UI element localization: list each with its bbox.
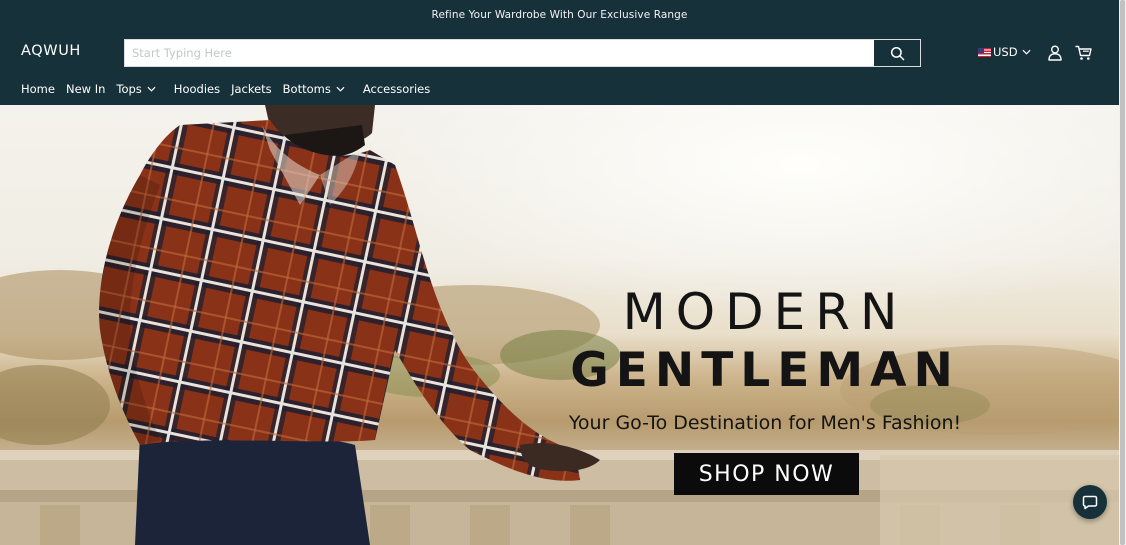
- hero-title-line-1: MODERN: [622, 283, 908, 341]
- account-button[interactable]: [1046, 44, 1064, 62]
- chevron-down-icon: [1022, 49, 1031, 55]
- hero-banner: MODERN GENTLEMAN Your Go-To Destination …: [0, 105, 1119, 545]
- nav-item-label: Bottoms: [282, 82, 331, 96]
- chevron-down-icon: [147, 86, 156, 92]
- nav-item-accessories[interactable]: Accessories: [363, 82, 430, 96]
- chat-bubble-icon: [1082, 495, 1098, 510]
- nav-item-new-in[interactable]: New In: [66, 82, 105, 96]
- shop-now-button[interactable]: SHOP NOW: [674, 453, 859, 495]
- logo[interactable]: AQWUH: [21, 43, 81, 59]
- nav-item-bottoms[interactable]: Bottoms: [283, 82, 345, 96]
- cart-button[interactable]: [1075, 44, 1093, 62]
- user-icon: [1048, 45, 1062, 61]
- nav-item-label: Accessories: [362, 82, 431, 96]
- page-scrollbar[interactable]: [1119, 0, 1126, 545]
- site-header: Refine Your Wardrobe With Our Exclusive …: [0, 0, 1119, 105]
- search-input[interactable]: [125, 40, 874, 66]
- cart-icon: [1075, 45, 1092, 60]
- hero-title-line-2: GENTLEMAN: [570, 343, 960, 398]
- nav-item-label: Jackets: [231, 82, 272, 96]
- currency-selector[interactable]: USD: [978, 44, 1031, 60]
- search-button[interactable]: [874, 40, 920, 66]
- nav-item-tops[interactable]: Tops: [116, 82, 156, 96]
- nav-item-label: New In: [65, 82, 106, 96]
- nav-item-label: Home: [21, 82, 55, 96]
- currency-code: USD: [993, 45, 1018, 59]
- chevron-down-icon: [336, 86, 345, 92]
- main-nav: Home New In Tops Hoodies Jackets Bottoms…: [21, 80, 430, 98]
- nav-item-label: Hoodies: [173, 82, 221, 96]
- nav-item-home[interactable]: Home: [21, 82, 55, 96]
- nav-item-hoodies[interactable]: Hoodies: [174, 82, 220, 96]
- announcement-bar: Refine Your Wardrobe With Our Exclusive …: [431, 9, 688, 21]
- chat-button[interactable]: [1073, 485, 1107, 519]
- search-icon: [890, 46, 904, 60]
- us-flag-icon: [978, 47, 991, 57]
- scrollbar-thumb[interactable]: [1120, 0, 1125, 545]
- hero-subtitle: Your Go-To Destination for Men's Fashion…: [568, 412, 962, 434]
- search-bar: [124, 39, 921, 67]
- nav-item-jackets[interactable]: Jackets: [231, 82, 272, 96]
- nav-item-label: Tops: [116, 82, 142, 96]
